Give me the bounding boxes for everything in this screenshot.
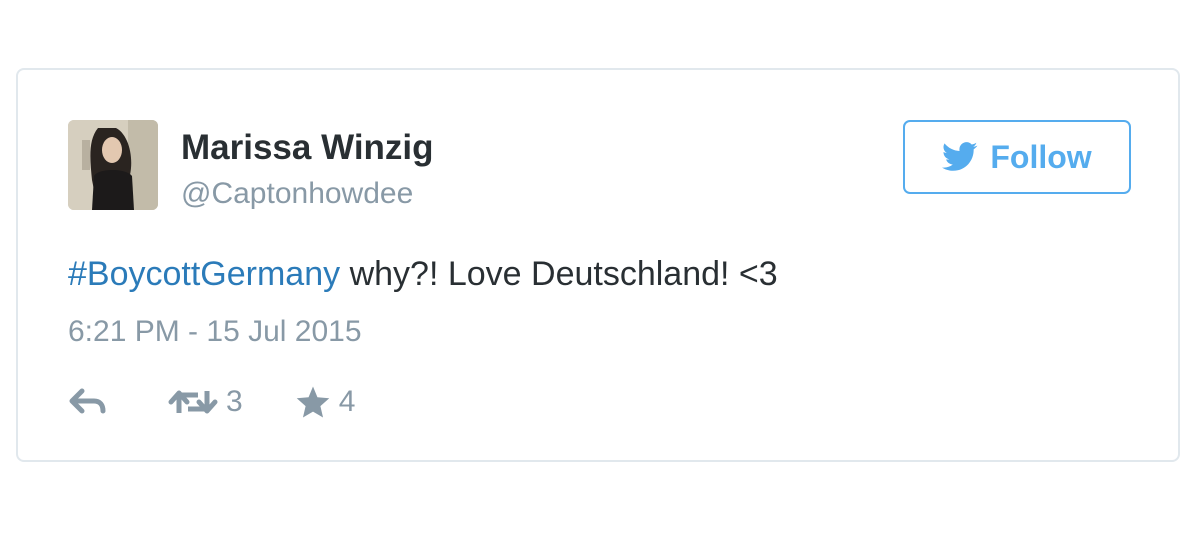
twitter-bird-icon [942, 142, 978, 172]
favorite-button[interactable]: 4 [295, 384, 356, 420]
tweet-text: #BoycottGermany why?! Love Deutschland! … [68, 252, 778, 296]
hashtag-link[interactable]: #BoycottGermany [68, 255, 340, 293]
follow-button[interactable]: Follow [903, 120, 1131, 194]
tweet-timestamp[interactable]: 6:21 PM - 15 Jul 2015 [68, 314, 362, 350]
follow-button-label: Follow [990, 138, 1092, 175]
star-icon [295, 385, 331, 419]
retweet-count: 3 [226, 385, 243, 418]
tweet-card: Marissa Winzig @Captonhowdee Follow #Boy… [16, 68, 1180, 462]
tweet-actions: 3 4 [68, 382, 355, 422]
tweet-body: why?! Love Deutschland! <3 [340, 255, 778, 293]
screen-name[interactable]: @Captonhowdee [181, 176, 413, 212]
display-name[interactable]: Marissa Winzig [181, 128, 434, 168]
retweet-button[interactable]: 3 [168, 384, 243, 420]
retweet-icon [168, 387, 218, 417]
reply-icon [68, 387, 108, 417]
reply-button[interactable] [68, 387, 108, 417]
favorite-count: 4 [338, 385, 356, 418]
avatar[interactable] [68, 120, 158, 210]
